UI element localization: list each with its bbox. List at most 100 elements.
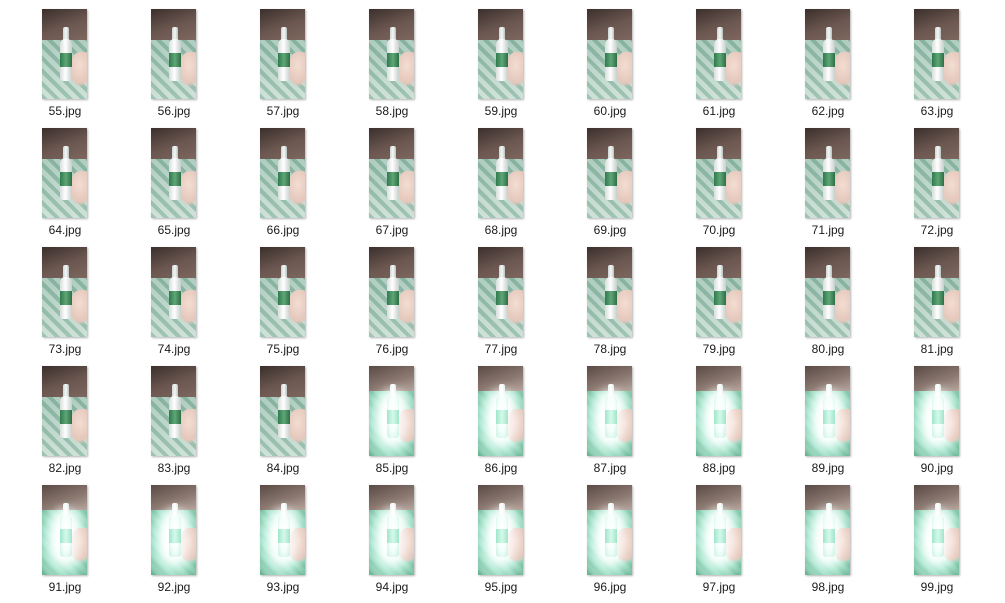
file-name[interactable]: 73.jpg [20,342,110,356]
file-item[interactable]: 80.jpg [783,247,873,365]
file-item[interactable]: 95.jpg [456,485,546,603]
file-item[interactable]: 73.jpg [20,247,110,365]
file-item[interactable]: 60.jpg [565,9,655,127]
file-item[interactable]: 63.jpg [892,9,982,127]
image-thumbnail[interactable] [587,366,632,456]
file-item[interactable]: 78.jpg [565,247,655,365]
image-thumbnail[interactable] [151,485,196,575]
image-thumbnail[interactable] [260,366,305,456]
file-item[interactable]: 84.jpg [238,366,328,484]
file-name[interactable]: 65.jpg [129,223,219,237]
image-thumbnail[interactable] [805,9,850,99]
file-name[interactable]: 80.jpg [783,342,873,356]
image-thumbnail[interactable] [369,128,414,218]
image-thumbnail[interactable] [587,9,632,99]
file-name[interactable]: 82.jpg [20,461,110,475]
file-item[interactable]: 86.jpg [456,366,546,484]
file-item[interactable]: 77.jpg [456,247,546,365]
file-item[interactable]: 59.jpg [456,9,546,127]
file-name[interactable]: 77.jpg [456,342,546,356]
file-name[interactable]: 90.jpg [892,461,982,475]
image-thumbnail[interactable] [260,485,305,575]
file-name[interactable]: 89.jpg [783,461,873,475]
image-thumbnail[interactable] [587,485,632,575]
image-thumbnail[interactable] [914,485,959,575]
file-name[interactable]: 76.jpg [347,342,437,356]
file-name[interactable]: 66.jpg [238,223,328,237]
file-name[interactable]: 62.jpg [783,104,873,118]
image-thumbnail[interactable] [151,366,196,456]
file-name[interactable]: 60.jpg [565,104,655,118]
image-thumbnail[interactable] [478,247,523,337]
image-thumbnail[interactable] [151,247,196,337]
image-thumbnail[interactable] [914,247,959,337]
file-name[interactable]: 85.jpg [347,461,437,475]
file-name[interactable]: 70.jpg [674,223,764,237]
file-item[interactable]: 58.jpg [347,9,437,127]
file-name[interactable]: 96.jpg [565,580,655,594]
image-thumbnail[interactable] [42,128,87,218]
file-item[interactable]: 74.jpg [129,247,219,365]
file-name[interactable]: 75.jpg [238,342,328,356]
image-thumbnail[interactable] [42,247,87,337]
file-name[interactable]: 72.jpg [892,223,982,237]
file-name[interactable]: 88.jpg [674,461,764,475]
file-name[interactable]: 79.jpg [674,342,764,356]
file-item[interactable]: 71.jpg [783,128,873,246]
file-item[interactable]: 88.jpg [674,366,764,484]
image-thumbnail[interactable] [42,9,87,99]
file-item[interactable]: 87.jpg [565,366,655,484]
file-name[interactable]: 67.jpg [347,223,437,237]
image-thumbnail[interactable] [587,247,632,337]
file-item[interactable]: 62.jpg [783,9,873,127]
file-name[interactable]: 58.jpg [347,104,437,118]
image-thumbnail[interactable] [696,128,741,218]
file-name[interactable]: 91.jpg [20,580,110,594]
file-item[interactable]: 82.jpg [20,366,110,484]
file-item[interactable]: 90.jpg [892,366,982,484]
file-item[interactable]: 56.jpg [129,9,219,127]
image-thumbnail[interactable] [260,247,305,337]
file-name[interactable]: 55.jpg [20,104,110,118]
file-item[interactable]: 65.jpg [129,128,219,246]
image-thumbnail[interactable] [369,9,414,99]
image-thumbnail[interactable] [478,485,523,575]
file-item[interactable]: 97.jpg [674,485,764,603]
file-item[interactable]: 69.jpg [565,128,655,246]
file-name[interactable]: 81.jpg [892,342,982,356]
file-item[interactable]: 81.jpg [892,247,982,365]
file-name[interactable]: 71.jpg [783,223,873,237]
image-thumbnail[interactable] [696,485,741,575]
file-name[interactable]: 84.jpg [238,461,328,475]
file-item[interactable]: 99.jpg [892,485,982,603]
file-name[interactable]: 93.jpg [238,580,328,594]
file-name[interactable]: 87.jpg [565,461,655,475]
file-item[interactable]: 91.jpg [20,485,110,603]
file-item[interactable]: 98.jpg [783,485,873,603]
image-thumbnail[interactable] [478,366,523,456]
file-name[interactable]: 83.jpg [129,461,219,475]
image-thumbnail[interactable] [805,485,850,575]
image-thumbnail[interactable] [151,9,196,99]
file-item[interactable]: 75.jpg [238,247,328,365]
file-item[interactable]: 67.jpg [347,128,437,246]
file-name[interactable]: 57.jpg [238,104,328,118]
file-name[interactable]: 61.jpg [674,104,764,118]
file-item[interactable]: 57.jpg [238,9,328,127]
file-name[interactable]: 63.jpg [892,104,982,118]
image-thumbnail[interactable] [478,128,523,218]
image-thumbnail[interactable] [369,485,414,575]
image-thumbnail[interactable] [260,9,305,99]
file-item[interactable]: 93.jpg [238,485,328,603]
file-name[interactable]: 98.jpg [783,580,873,594]
file-item[interactable]: 94.jpg [347,485,437,603]
file-item[interactable]: 70.jpg [674,128,764,246]
file-item[interactable]: 68.jpg [456,128,546,246]
file-item[interactable]: 85.jpg [347,366,437,484]
image-thumbnail[interactable] [42,485,87,575]
image-thumbnail[interactable] [260,128,305,218]
file-name[interactable]: 68.jpg [456,223,546,237]
image-thumbnail[interactable] [805,128,850,218]
file-item[interactable]: 92.jpg [129,485,219,603]
file-item[interactable]: 66.jpg [238,128,328,246]
